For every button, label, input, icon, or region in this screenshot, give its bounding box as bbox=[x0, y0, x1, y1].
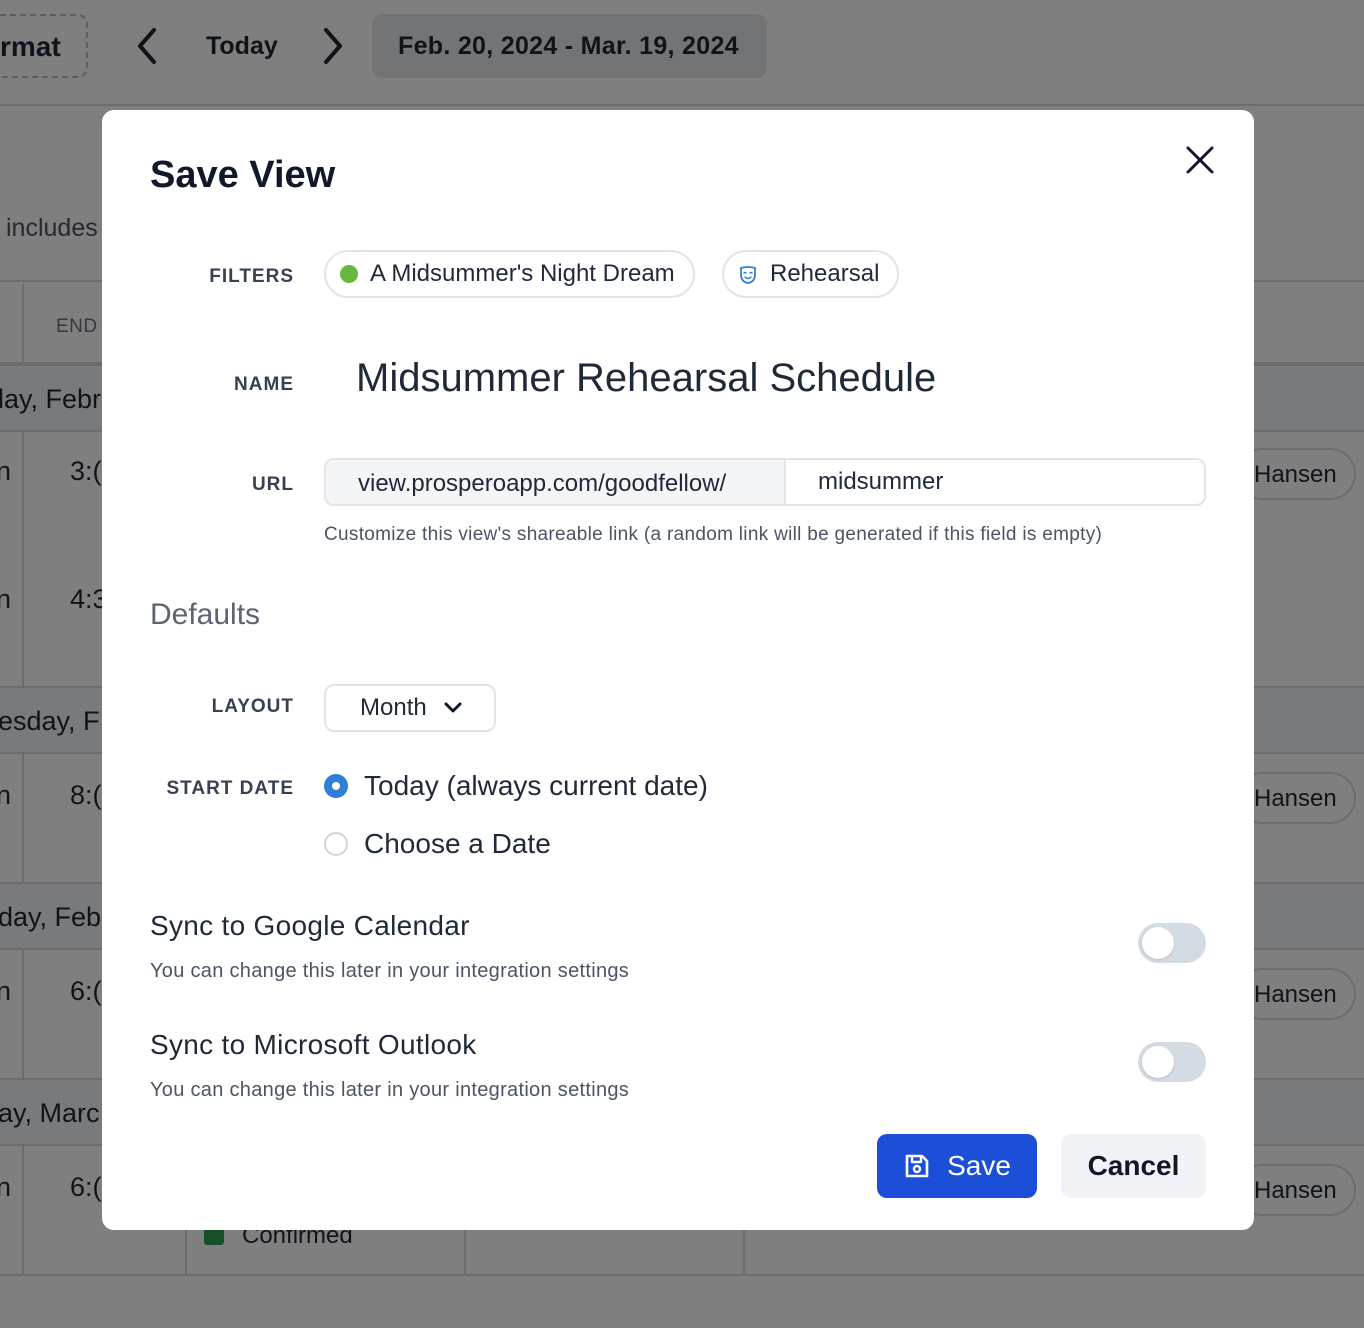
green-dot-icon bbox=[340, 265, 358, 283]
save-view-modal: Save View FILTERS A Midsummer's Night Dr… bbox=[102, 110, 1254, 1230]
modal-title: Save View bbox=[150, 154, 336, 196]
defaults-section-title: Defaults bbox=[150, 598, 261, 631]
google-sync-toggle[interactable] bbox=[1138, 923, 1206, 963]
chevron-down-icon bbox=[444, 702, 462, 713]
radio-unselected[interactable] bbox=[324, 832, 348, 856]
layout-select-value: Month bbox=[360, 694, 427, 721]
google-sync-subtitle: You can change this later in your integr… bbox=[150, 960, 630, 982]
theater-mask-icon bbox=[738, 264, 758, 284]
url-prefix: view.prosperoapp.com/goodfellow/ bbox=[326, 460, 786, 504]
name-label: NAME bbox=[234, 374, 294, 395]
layout-select[interactable]: Month bbox=[324, 684, 496, 732]
url-help-text: Customize this view's shareable link (a … bbox=[324, 524, 1103, 545]
outlook-sync-toggle[interactable] bbox=[1138, 1042, 1206, 1082]
url-label: URL bbox=[251, 474, 294, 495]
save-button-label: Save bbox=[947, 1150, 1011, 1181]
start-date-option-choose[interactable]: Choose a Date bbox=[324, 828, 551, 860]
outlook-sync-title: Sync to Microsoft Outlook bbox=[150, 1029, 477, 1060]
start-date-option-today[interactable]: Today (always current date) bbox=[324, 770, 708, 802]
start-date-label: START DATE bbox=[166, 778, 294, 799]
toggle-knob bbox=[1142, 1046, 1174, 1078]
filter-chip-production: A Midsummer's Night Dream bbox=[324, 250, 695, 298]
filter-chip-event-type: Rehearsal bbox=[722, 250, 900, 298]
view-name-input[interactable]: Midsummer Rehearsal Schedule bbox=[356, 356, 936, 401]
close-icon[interactable] bbox=[1180, 140, 1220, 180]
filter-chip-label: A Midsummer's Night Dream bbox=[370, 260, 675, 287]
radio-selected[interactable] bbox=[324, 774, 348, 798]
floppy-disk-icon bbox=[905, 1154, 929, 1178]
cancel-button[interactable]: Cancel bbox=[1061, 1134, 1206, 1198]
radio-label: Today (always current date) bbox=[364, 770, 708, 801]
google-sync-title: Sync to Google Calendar bbox=[150, 910, 470, 941]
url-field: view.prosperoapp.com/goodfellow/ bbox=[324, 458, 1206, 506]
toggle-knob bbox=[1142, 927, 1174, 959]
layout-label: LAYOUT bbox=[211, 696, 294, 717]
url-slug-input[interactable] bbox=[786, 460, 1204, 504]
filter-chip-label: Rehearsal bbox=[770, 260, 880, 287]
radio-label: Choose a Date bbox=[364, 828, 551, 859]
save-button[interactable]: Save bbox=[877, 1134, 1037, 1198]
outlook-sync-subtitle: You can change this later in your integr… bbox=[150, 1079, 630, 1101]
filters-label: FILTERS bbox=[209, 266, 294, 287]
